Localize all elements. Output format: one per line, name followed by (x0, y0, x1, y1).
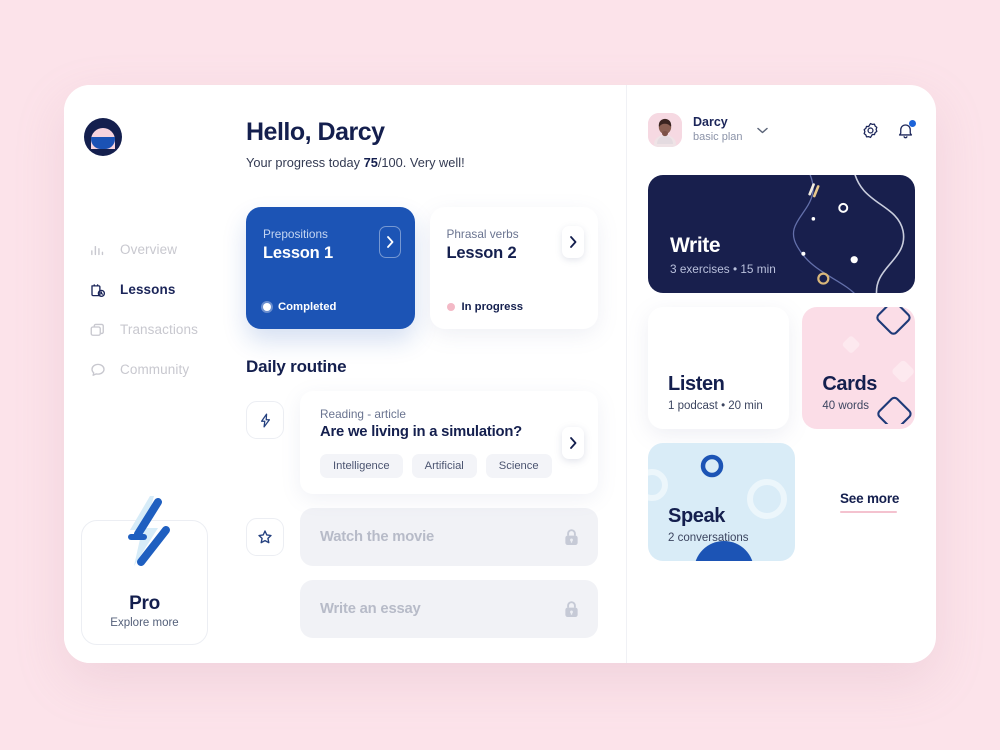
locked-task-label: Watch the movie (320, 529, 435, 545)
progress-value: 75 (363, 155, 378, 170)
page-title: Hello, Darcy (246, 118, 385, 146)
app-window: Overview Lessons Transactions Community … (64, 85, 936, 663)
activity-card-write[interactable]: Write 3 exercises • 15 min (648, 175, 915, 293)
routine-item-essay: Write an essay (246, 580, 598, 638)
article-open-button[interactable] (562, 426, 584, 459)
article-card[interactable]: Reading - article Are we living in a sim… (300, 391, 598, 494)
routine-item-movie: Watch the movie (246, 508, 598, 566)
sidebar-item-community[interactable]: Community (64, 360, 228, 379)
activity-meta: 2 conversations (668, 532, 749, 544)
progress-subtitle: Your progress today 75/100. Very well! (246, 155, 598, 170)
chevron-down-icon (756, 127, 768, 134)
pro-subtitle: Explore more (110, 617, 179, 629)
lesson-card-1[interactable]: Prepositions Lesson 1 Completed (246, 207, 415, 329)
right-panel: Darcy basic plan Write 3 exercises • 15 … (626, 85, 936, 663)
speak-and-more-row: Speak 2 conversations See more (648, 443, 915, 561)
status-dot-completed-icon (263, 303, 271, 311)
lock-icon (565, 528, 578, 545)
lesson-status-label: In progress (461, 301, 524, 313)
status-dot-in-progress-icon (446, 303, 455, 311)
chevron-right-icon (570, 236, 577, 248)
daily-routine-list: Reading - article Are we living in a sim… (246, 391, 598, 638)
locked-task-movie[interactable]: Watch the movie (300, 508, 598, 566)
star-icon (258, 530, 272, 544)
sidebar: Overview Lessons Transactions Community … (64, 85, 228, 663)
lightning-bolt-icon (127, 496, 170, 566)
locked-task-label: Write an essay (320, 601, 421, 617)
lesson-status: Completed (263, 301, 336, 313)
activity-title: Speak (668, 505, 725, 527)
profile-name: Darcy (693, 115, 728, 130)
sidebar-item-lessons[interactable]: Lessons (64, 280, 228, 299)
sidebar-item-transactions[interactable]: Transactions (64, 320, 228, 339)
activity-title: Cards (822, 373, 878, 395)
locked-task-essay[interactable]: Write an essay (300, 580, 598, 638)
pro-upsell-card[interactable]: Pro Explore more (81, 496, 208, 645)
activity-meta: 40 words (822, 400, 869, 412)
main-content: Hello, Darcy Your progress today 75/100.… (228, 85, 626, 663)
routine-star-badge-button[interactable] (246, 518, 284, 556)
article-heading: Are we living in a simulation? (320, 424, 523, 440)
sidebar-item-label: Transactions (120, 322, 198, 337)
sidebar-item-label: Community (120, 362, 190, 377)
profile-text: Darcy basic plan (693, 115, 743, 144)
bar-chart-icon (88, 240, 107, 259)
activity-card-cards[interactable]: Cards 40 words (802, 307, 915, 429)
routine-bolt-badge-button[interactable] (246, 401, 284, 439)
lesson-status-label: Completed (278, 301, 337, 313)
cards-stack-icon (88, 320, 107, 339)
lesson-card-2[interactable]: Phrasal verbs Lesson 2 In progress (429, 207, 598, 329)
see-more-underline (840, 511, 897, 513)
lesson-status: In progress (446, 301, 524, 313)
sidebar-item-label: Lessons (120, 282, 176, 297)
lesson-bag-clock-icon (88, 280, 107, 299)
activity-card-speak[interactable]: Speak 2 conversations (648, 443, 795, 561)
activity-tile-row: Listen 1 podcast • 20 min Cards 40 words (648, 307, 915, 429)
article-tag[interactable]: Science (485, 454, 552, 478)
lock-icon (565, 600, 578, 617)
lightning-bolt-icon (260, 412, 270, 428)
see-more-label: See more (840, 491, 900, 506)
profile-plan: basic plan (693, 130, 743, 143)
chevron-right-icon (386, 236, 393, 248)
sidebar-nav: Overview Lessons Transactions Community (64, 240, 228, 379)
chevron-right-icon (570, 436, 577, 449)
activity-meta: 1 podcast • 20 min (668, 400, 763, 412)
sidebar-item-overview[interactable]: Overview (64, 240, 228, 259)
avatar[interactable] (648, 113, 682, 147)
lesson-open-button[interactable] (378, 226, 401, 258)
notification-badge-dot (909, 119, 916, 127)
profile-dropdown-button[interactable] (756, 121, 768, 139)
lesson-card-row: Prepositions Lesson 1 Completed Phrasal … (246, 207, 598, 329)
activity-card-listen[interactable]: Listen 1 podcast • 20 min (648, 307, 790, 429)
article-tag[interactable]: Artificial (411, 454, 477, 478)
activity-title: Write (670, 234, 721, 257)
progress-prefix: Your progress today (246, 155, 364, 170)
article-kicker: Reading - article (320, 407, 406, 421)
app-logo-icon[interactable] (84, 118, 122, 156)
progress-suffix: /100. Very well! (377, 155, 465, 170)
settings-button[interactable] (861, 121, 880, 140)
sidebar-item-label: Overview (120, 242, 178, 257)
article-tag[interactable]: Intelligence (320, 454, 403, 478)
daily-routine-heading: Daily routine (246, 357, 347, 376)
profile-actions (861, 119, 916, 140)
pro-title: Pro (129, 593, 160, 614)
notifications-button[interactable] (896, 119, 916, 140)
routine-item-article: Reading - article Are we living in a sim… (246, 391, 598, 494)
activity-title: Listen (668, 373, 725, 395)
gear-icon (863, 122, 878, 138)
user-avatar-illustration (648, 113, 682, 147)
article-tag-row: Intelligence Artificial Science (320, 454, 580, 478)
lesson-open-button[interactable] (562, 226, 584, 258)
chat-bubble-icon (88, 360, 107, 379)
activity-meta: 3 exercises • 15 min (670, 262, 776, 276)
page-root: Overview Lessons Transactions Community … (0, 0, 1000, 750)
profile-bar: Darcy basic plan (648, 113, 916, 147)
see-more-button[interactable]: See more (840, 491, 899, 513)
